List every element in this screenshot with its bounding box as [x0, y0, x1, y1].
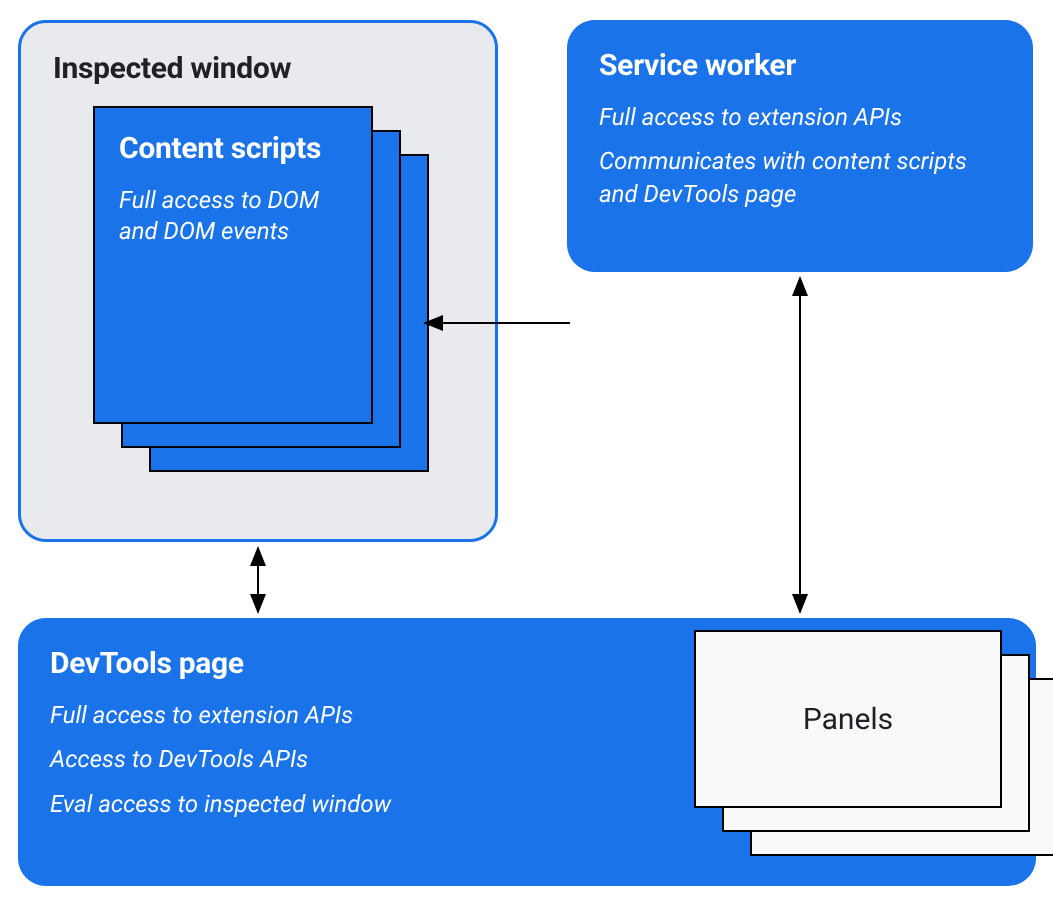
content-scripts-desc: Full access to DOM and DOM events — [119, 185, 347, 247]
inspected-window-title: Inspected window — [53, 51, 463, 86]
content-scripts-stack: Content scripts Full access to DOM and D… — [93, 106, 463, 424]
content-script-card-front: Content scripts Full access to DOM and D… — [93, 106, 373, 424]
content-scripts-title: Content scripts — [119, 132, 347, 167]
service-worker-box: Service worker Full access to extension … — [567, 20, 1033, 272]
service-worker-desc-1: Full access to extension APIs — [599, 101, 1001, 133]
panels-stack: Panels — [694, 630, 1002, 808]
panels-label: Panels — [803, 702, 893, 737]
service-worker-title: Service worker — [599, 48, 1001, 83]
service-worker-desc-2: Communicates with content scripts and De… — [599, 145, 1001, 210]
panel-card-front: Panels — [694, 630, 1002, 808]
diagram-container: Inspected window Content scripts Full ac… — [0, 0, 1053, 904]
inspected-window-box: Inspected window Content scripts Full ac… — [18, 20, 498, 542]
devtools-page-box: DevTools page Full access to extension A… — [18, 618, 1036, 886]
